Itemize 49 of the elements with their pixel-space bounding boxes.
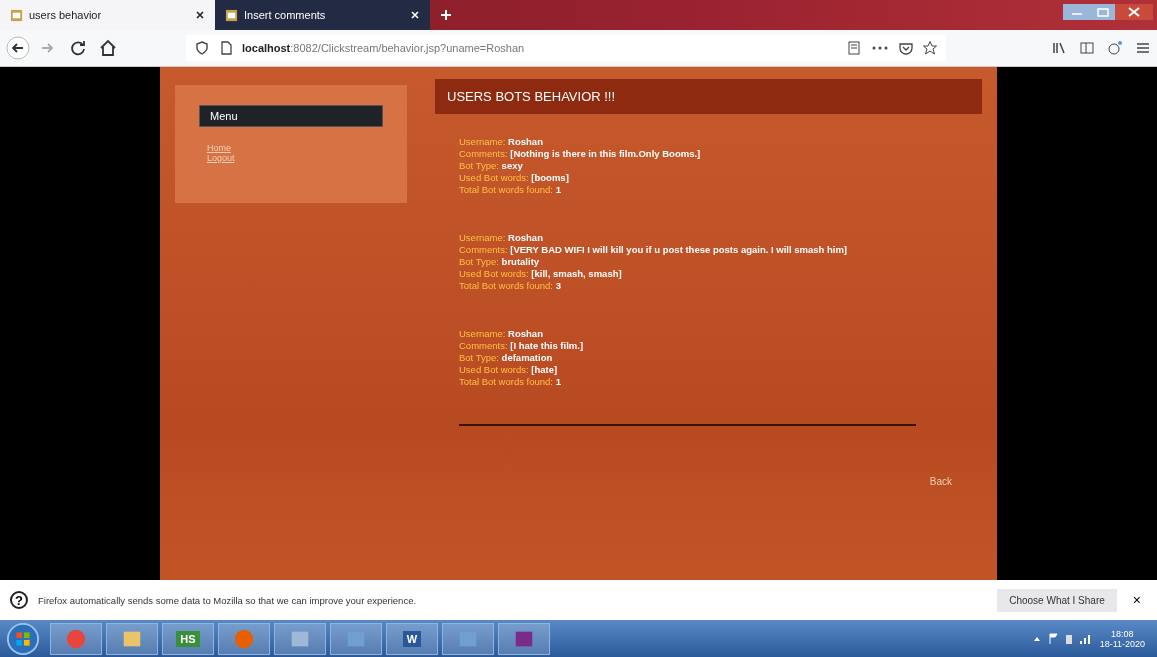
window-controls-icon[interactable] [1063,2,1153,22]
shield-icon [194,40,210,56]
entry-field: Bot Type: sexy [459,160,958,172]
section-header: USERS BOTS BEHAVIOR !!! [435,79,982,114]
extension-icon[interactable] [1107,40,1123,56]
back-link[interactable]: Back [929,476,952,487]
entry-field: Username: Roshan [459,136,958,148]
menu-icon[interactable] [1135,40,1151,56]
taskbar-app[interactable]: W [386,622,438,655]
start-button[interactable] [6,621,40,656]
entry-field: Bot Type: brutality [459,256,958,268]
taskbar-app[interactable] [498,622,550,655]
page-icon [10,8,23,22]
close-icon[interactable] [195,10,205,20]
help-icon: ? [10,591,28,609]
entry-field: Comments: [I hate this film.] [459,340,958,352]
round-app-icon [233,627,255,650]
choose-button[interactable]: Choose What I Share [997,588,1117,612]
address-bar[interactable]: localhost:8082/Clickstream/behavior.jsp?uname=Roshan [186,35,946,61]
entry-field: Used Bot words: [hate] [459,364,958,376]
page-icon [218,40,234,56]
back-icon[interactable] [6,36,30,60]
library-icon[interactable] [1051,40,1067,56]
entry-field: Total Bot words found: 1 [459,376,958,388]
sidebar-icon[interactable] [1079,40,1095,56]
entry-field: Username: Roshan [459,232,958,244]
page-icon [225,8,238,22]
entry-field: Total Bot words found: 3 [459,280,958,292]
entry-field: Used Bot words: [kill, smash, smash] [459,268,958,280]
browser-tab[interactable]: users behavior [0,0,215,30]
close-button[interactable]: × [1126,591,1147,609]
pocket-icon[interactable] [898,40,914,56]
clock-date: 18-11-2020 [1099,638,1145,649]
reader-icon[interactable] [846,40,862,56]
notification-text: Firefox automatically sends some data to Mozilla so that we can improve your experience. [38,594,418,606]
menu-heading: Menu [199,105,383,127]
clock-time: 18:08 [1111,628,1134,639]
star-icon[interactable] [922,40,938,56]
flag-icon[interactable] [1047,630,1058,647]
entry-field: Username: Roshan [459,328,958,340]
entry-field: Total Bot words found: 1 [459,184,958,196]
entry-field: Bot Type: defamation [459,352,958,364]
round-app-icon [65,627,87,650]
new-tab-icon[interactable] [440,9,452,21]
browser-tab[interactable]: Insert comments [215,0,430,30]
taskbar-app[interactable]: HS [162,622,214,655]
entry-field: Comments: [VERY BAD WIFI I will kill you if u post these posts again. I will smash him] [459,244,958,256]
entry-field: Used Bot words: [booms] [459,172,958,184]
entry-field: Comments: [Nothing is there in this film.Only Booms.] [459,148,958,160]
